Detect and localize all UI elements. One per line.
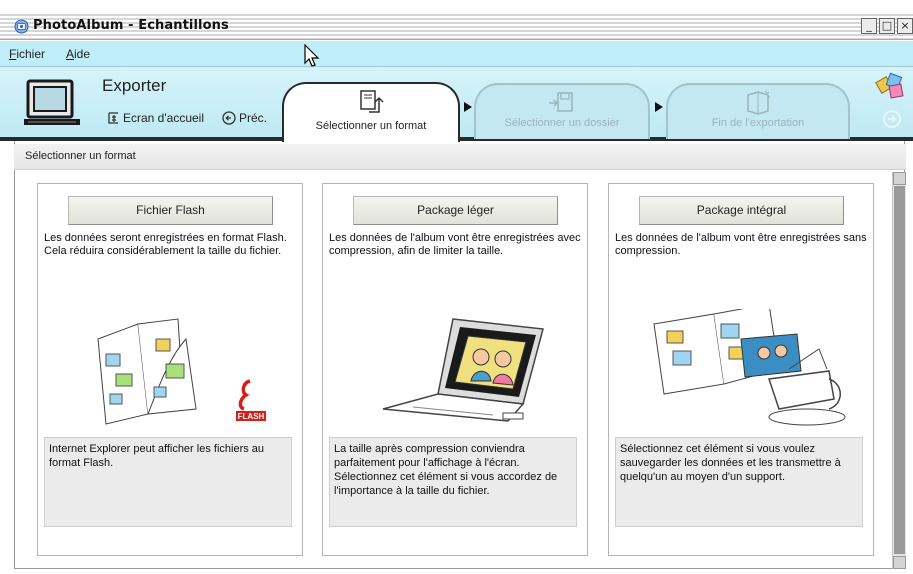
close-button[interactable]: × bbox=[897, 18, 913, 34]
photoalbum-logo-icon bbox=[875, 72, 904, 99]
flash-file-button[interactable]: Fichier Flash bbox=[68, 196, 273, 225]
export-finish-icon bbox=[747, 90, 770, 115]
laptop-photo-illustration bbox=[382, 318, 544, 422]
option-panel-full-package: Package intégral Les données de l'album … bbox=[608, 183, 874, 556]
option-note: Sélectionnez cet élément si vous voulez … bbox=[615, 437, 863, 527]
scroll-down-button[interactable] bbox=[893, 556, 906, 569]
maximize-button[interactable]: □ bbox=[879, 18, 895, 34]
scroll-up-button[interactable] bbox=[893, 172, 906, 185]
menu-aide-label: ide bbox=[74, 47, 91, 61]
menu-aide[interactable]: Aide bbox=[66, 47, 90, 61]
option-description: Les données de l'album vont être enregis… bbox=[329, 232, 581, 257]
step-label-select-format: Sélectionner un format bbox=[315, 120, 427, 132]
section-heading-text: Sélectionner un format bbox=[25, 150, 136, 162]
home-icon bbox=[108, 112, 118, 124]
step-label-select-folder: Sélectionner un dossier bbox=[504, 117, 620, 129]
next-button-icon bbox=[883, 110, 901, 128]
step-arrow-icon bbox=[655, 102, 663, 112]
menu-fichier[interactable]: Fichier bbox=[9, 47, 45, 61]
menu-aide-accel: A bbox=[66, 47, 75, 61]
previous-button[interactable]: Préc. bbox=[222, 111, 267, 125]
step-tab-select-format[interactable]: Sélectionner un format bbox=[282, 82, 460, 142]
home-button-label: Ecran d'accueil bbox=[123, 111, 204, 125]
scroll-thumb[interactable] bbox=[894, 186, 905, 554]
option-description: Les données seront enregistrées en forma… bbox=[44, 232, 287, 257]
step-tab-select-folder: Sélectionner un dossier bbox=[474, 83, 650, 139]
format-icon bbox=[360, 90, 384, 113]
monitor-icon bbox=[24, 79, 80, 125]
menu-bar: Fichier Aide bbox=[0, 41, 913, 67]
home-button[interactable]: Ecran d'accueil bbox=[106, 111, 204, 125]
window-controls: _ □ × bbox=[861, 18, 913, 34]
menu-fichier-label: ichier bbox=[16, 47, 46, 61]
minimize-button[interactable]: _ bbox=[861, 18, 877, 34]
option-panel-light-package: Package léger Les données de l'album von… bbox=[322, 183, 588, 556]
vertical-scrollbar[interactable] bbox=[892, 172, 906, 569]
light-package-button[interactable]: Package léger bbox=[353, 196, 558, 225]
step-label-export-finish: Fin de l'exportation bbox=[711, 117, 805, 129]
step-arrow-icon bbox=[464, 102, 472, 112]
window-title: PhotoAlbum - Echantillons bbox=[33, 18, 229, 33]
option-note: Internet Explorer peut afficher les fich… bbox=[44, 437, 292, 527]
folder-save-icon bbox=[549, 92, 573, 112]
step-tab-export-finish: Fin de l'exportation bbox=[666, 83, 850, 139]
album-printer-illustration bbox=[653, 309, 846, 426]
previous-button-label: Préc. bbox=[239, 111, 268, 125]
flash-logo-text: FLASH bbox=[238, 412, 265, 421]
option-note: La taille après compression conviendra p… bbox=[329, 437, 577, 527]
flash-book-illustration: FLASH bbox=[97, 318, 266, 425]
full-package-button[interactable]: Package intégral bbox=[639, 196, 844, 225]
option-panel-flash: Fichier Flash Les données seront enregis… bbox=[37, 183, 303, 556]
photoalbum-app-icon bbox=[14, 19, 29, 34]
section-heading: Sélectionner un format bbox=[14, 144, 906, 170]
page-title: Exporter bbox=[102, 76, 167, 95]
mouse-cursor-icon bbox=[304, 44, 320, 67]
back-arrow-icon bbox=[222, 111, 236, 125]
option-description: Les données de l'album vont être enregis… bbox=[615, 232, 867, 257]
title-bar: PhotoAlbum - Echantillons _ □ × bbox=[0, 12, 913, 40]
